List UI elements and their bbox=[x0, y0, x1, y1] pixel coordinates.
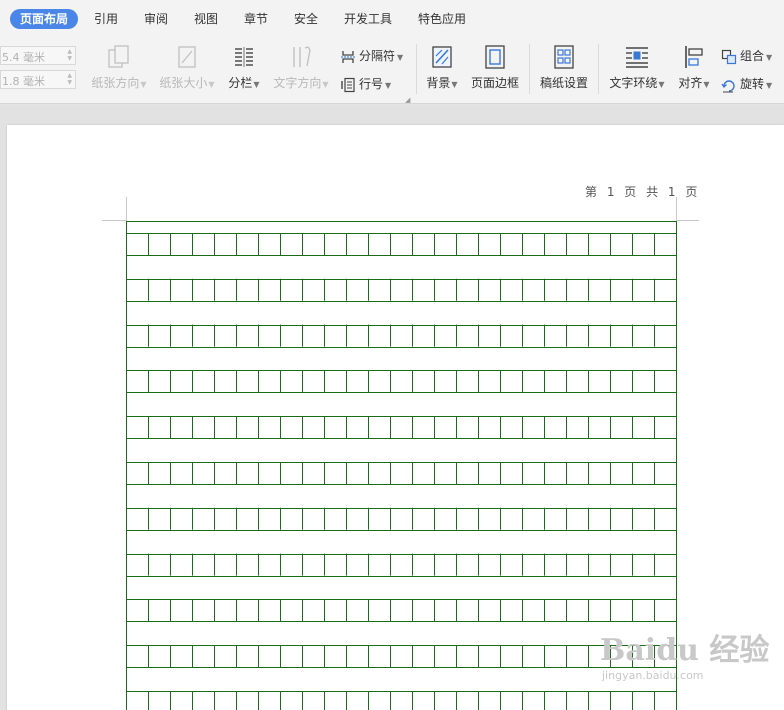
tab-references[interactable]: 引用 bbox=[94, 9, 118, 29]
rotate-icon bbox=[721, 79, 735, 92]
tab-page-layout[interactable]: 页面布局 bbox=[10, 9, 79, 29]
grid-paper-icon bbox=[554, 45, 574, 69]
text-wrap-label: 文字环绕 bbox=[609, 76, 658, 90]
margin-bottom-value: 1.8 毫米 bbox=[2, 75, 45, 88]
dropdown-caret-icon: ▼ bbox=[766, 81, 773, 90]
tab-view[interactable]: 视图 bbox=[194, 9, 218, 29]
align-label: 对齐 bbox=[678, 76, 703, 90]
separator-button[interactable]: 分隔符 ▼ bbox=[340, 46, 403, 66]
group-icon bbox=[721, 49, 737, 64]
dropdown-caret-icon: ▼ bbox=[703, 80, 710, 89]
rotate-label: 旋转 bbox=[740, 77, 765, 91]
tab-review[interactable]: 审阅 bbox=[144, 9, 168, 29]
tab-sections[interactable]: 章节 bbox=[244, 9, 268, 29]
page-border-label: 页面边框 bbox=[470, 76, 519, 90]
margin-top-spinner[interactable]: 5.4 毫米 ▲ ▼ bbox=[0, 46, 76, 65]
margin-bottom-spinner[interactable]: 1.8 毫米 ▲ ▼ bbox=[0, 70, 76, 89]
document-page[interactable]: 第 1 页 共 1 页 bbox=[7, 125, 784, 710]
grid-paper-settings-label: 稿纸设置 bbox=[539, 76, 588, 90]
document-workspace: 第 1 页 共 1 页 Baidu 经验 jingyan.baidu.com bbox=[0, 105, 784, 710]
tab-security[interactable]: 安全 bbox=[294, 9, 318, 29]
text-wrap-icon bbox=[626, 47, 648, 68]
dialog-launcher-icon[interactable]: ◢ bbox=[405, 96, 410, 104]
columns-button[interactable]: 分栏▼ bbox=[226, 44, 262, 91]
dropdown-caret-icon: ▼ bbox=[397, 53, 404, 62]
background-icon bbox=[432, 46, 452, 68]
align-button[interactable]: 对齐▼ bbox=[677, 44, 711, 91]
dropdown-caret-icon: ▼ bbox=[322, 80, 329, 89]
paper-orientation-button[interactable]: 纸张方向▼ bbox=[90, 44, 148, 91]
dropdown-caret-icon: ▼ bbox=[385, 81, 392, 90]
dropdown-caret-icon: ▼ bbox=[766, 53, 773, 62]
background-button[interactable]: 背景▼ bbox=[424, 44, 460, 91]
ribbon-separator bbox=[416, 44, 417, 94]
dropdown-caret-icon: ▼ bbox=[140, 80, 147, 89]
tab-special-features[interactable]: 特色应用 bbox=[418, 9, 466, 29]
line-number-button[interactable]: 行号 ▼ bbox=[340, 74, 391, 94]
spinner-arrows-icon[interactable]: ▲ ▼ bbox=[67, 72, 72, 86]
columns-label: 分栏 bbox=[228, 76, 253, 90]
dropdown-caret-icon: ▼ bbox=[208, 80, 215, 89]
dropdown-caret-icon: ▼ bbox=[253, 80, 260, 89]
group-label: 组合 bbox=[740, 49, 765, 63]
watermark-subtext: jingyan.baidu.com bbox=[602, 669, 704, 682]
columns-icon bbox=[235, 47, 253, 67]
ribbon-toolbar: 5.4 毫米 ▲ ▼ 1.8 毫米 ▲ ▼ 纸张方向▼ 纸张大小▼ 分栏▼ 文字… bbox=[0, 38, 784, 104]
rotate-button[interactable]: 旋转 ▼ bbox=[721, 74, 772, 94]
text-direction-icon bbox=[293, 46, 311, 67]
line-number-icon bbox=[341, 77, 355, 92]
page-border-icon bbox=[485, 45, 505, 69]
text-wrap-button[interactable]: 文字环绕▼ bbox=[607, 44, 667, 91]
tab-developer[interactable]: 开发工具 bbox=[344, 9, 392, 29]
separator-icon bbox=[341, 50, 355, 63]
background-label: 背景 bbox=[426, 76, 451, 90]
grid-paper-lines bbox=[126, 221, 677, 710]
ribbon-separator bbox=[598, 44, 599, 94]
dropdown-caret-icon: ▼ bbox=[658, 80, 665, 89]
watermark-text: Baidu 经验 bbox=[600, 633, 770, 668]
ribbon-tab-bar: 页面布局 引用 审阅 视图 章节 安全 开发工具 特色应用 bbox=[0, 0, 784, 38]
page-border-button[interactable]: 页面边框 bbox=[469, 44, 521, 91]
spinner-arrows-icon[interactable]: ▲ ▼ bbox=[67, 48, 72, 62]
ribbon-separator bbox=[529, 44, 530, 94]
text-direction-label: 文字方向 bbox=[273, 76, 322, 90]
baidu-watermark: Baidu 经验 jingyan.baidu.com bbox=[600, 625, 770, 682]
margin-top-value: 5.4 毫米 bbox=[2, 51, 45, 64]
grid-paper-settings-button[interactable]: 稿纸设置 bbox=[538, 44, 590, 91]
paper-size-label: 纸张大小 bbox=[159, 76, 208, 90]
line-number-label: 行号 bbox=[359, 77, 384, 91]
text-direction-button[interactable]: 文字方向▼ bbox=[272, 44, 330, 91]
separator-label: 分隔符 bbox=[359, 49, 396, 63]
paper-orientation-icon bbox=[108, 45, 129, 68]
align-icon bbox=[685, 46, 703, 68]
paper-size-icon bbox=[178, 46, 196, 68]
paper-orientation-label: 纸张方向 bbox=[91, 76, 140, 90]
dropdown-caret-icon: ▼ bbox=[451, 80, 458, 89]
paper-size-button[interactable]: 纸张大小▼ bbox=[158, 44, 216, 91]
group-button[interactable]: 组合 ▼ bbox=[721, 46, 772, 66]
